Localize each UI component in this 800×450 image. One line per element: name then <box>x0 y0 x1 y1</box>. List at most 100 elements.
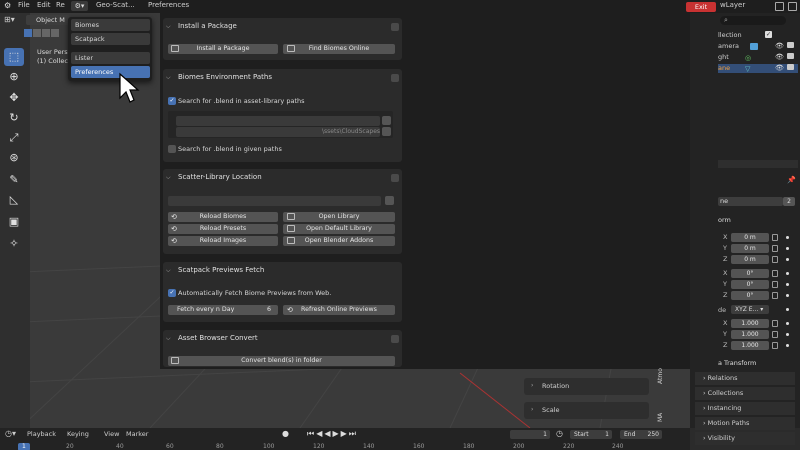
menu-render[interactable]: Re <box>56 1 65 9</box>
visibility-eye-icon[interactable]: 👁 <box>775 42 784 50</box>
lock-icon[interactable] <box>772 270 778 277</box>
scale-y-field[interactable]: 1.000 <box>731 330 769 339</box>
library-path-field[interactable] <box>168 196 381 206</box>
end-frame-field[interactable]: End 250 <box>620 430 662 439</box>
transform-header[interactable]: orm <box>718 216 731 224</box>
dropdown-item-scatpack[interactable]: Scatpack <box>71 33 150 45</box>
render-camera-icon[interactable] <box>787 42 794 48</box>
chevron-down-icon[interactable]: ⌵ <box>166 23 171 31</box>
lock-icon[interactable] <box>772 281 778 288</box>
open-library-button[interactable]: Open Library <box>283 212 395 222</box>
timeline-editor-icon[interactable]: ◷▾ <box>5 429 16 438</box>
visibility-eye-icon[interactable]: 👁 <box>775 64 784 72</box>
lock-icon[interactable] <box>772 320 778 327</box>
add-cube-tool-icon[interactable]: ▣ <box>4 213 24 231</box>
scale-x-field[interactable]: 1.000 <box>731 319 769 328</box>
keyframe-dot-icon[interactable] <box>786 247 789 250</box>
path-field-1[interactable] <box>176 116 380 126</box>
playback-controls[interactable]: ⏮◀◀▶▶⏭ <box>307 429 358 439</box>
visibility-eye-icon[interactable]: 👁 <box>775 53 784 61</box>
menu-marker[interactable]: Marker <box>126 430 148 438</box>
mode-selector[interactable]: Object M <box>26 15 70 25</box>
user-count[interactable]: 2 <box>783 197 795 206</box>
auto-fetch-checkbox[interactable]: ✓ <box>168 289 176 297</box>
menu-playback[interactable]: Playback <box>27 430 56 438</box>
collection-checkbox[interactable]: ✓ <box>765 31 772 38</box>
open-blender-addons-button[interactable]: Open Blender Addons <box>283 236 395 246</box>
folder-icon[interactable] <box>385 196 394 205</box>
outliner-row-collection[interactable]: llection <box>718 31 742 39</box>
open-default-library-button[interactable]: Open Default Library <box>283 224 395 234</box>
editor-type-icon[interactable]: ⊞▾ <box>4 15 22 25</box>
annotate-tool-icon[interactable]: ✎ <box>4 171 24 189</box>
preferences-gear-icon[interactable]: ⚙▾ <box>71 1 88 11</box>
object-name-field[interactable]: ne <box>718 197 783 206</box>
npanel-scale[interactable]: Scale <box>524 402 649 419</box>
lock-icon[interactable] <box>772 342 778 349</box>
section-motion-paths[interactable]: › Motion Paths <box>695 417 795 430</box>
keyframe-dot-icon[interactable] <box>786 344 789 347</box>
menu-keying[interactable]: Keying <box>67 430 89 438</box>
location-z-field[interactable]: 0 m <box>731 255 769 264</box>
camera-data-icon[interactable] <box>750 43 758 50</box>
exit-button[interactable]: Exit <box>686 2 716 12</box>
keyframe-dot-icon[interactable] <box>786 236 789 239</box>
install-package-button[interactable]: Install a Package <box>168 44 278 54</box>
info-icon[interactable] <box>391 23 399 31</box>
copy-layer-icon[interactable] <box>775 2 784 11</box>
keyframe-dot-icon[interactable] <box>786 272 789 275</box>
scale-tool-icon[interactable]: ⤢ <box>4 129 24 147</box>
scatter-tool-icon[interactable]: ✧ <box>4 235 24 253</box>
rotate-tool-icon[interactable]: ↻ <box>4 109 24 127</box>
search-given-checkbox[interactable] <box>168 145 176 153</box>
rotation-y-field[interactable]: 0° <box>731 280 769 289</box>
clock-icon[interactable]: ◷ <box>556 429 563 438</box>
current-frame-field[interactable]: 1 <box>510 430 550 439</box>
chevron-down-icon[interactable]: ⌵ <box>166 267 171 275</box>
dropdown-item-lister[interactable]: Lister <box>71 52 150 64</box>
rotation-mode-dropdown[interactable]: XYZ E... ▾ <box>731 305 769 314</box>
blender-logo-icon[interactable]: ⚙ <box>4 1 11 10</box>
mesh-data-icon[interactable]: ▽ <box>745 65 750 73</box>
cursor-tool-icon[interactable]: ⊕ <box>4 68 24 86</box>
keyframe-dot-icon[interactable] <box>786 333 789 336</box>
scale-z-field[interactable]: 1.000 <box>731 341 769 350</box>
outliner-row-camera[interactable]: amera <box>718 42 739 50</box>
move-tool-icon[interactable]: ✥ <box>4 89 24 107</box>
keyframe-dot-icon[interactable] <box>786 322 789 325</box>
reload-presets-button[interactable]: ⟲ Reload Presets <box>168 224 278 234</box>
lock-icon[interactable] <box>772 245 778 252</box>
transform-tool-icon[interactable]: ⊛ <box>4 149 24 167</box>
side-tab-ma[interactable]: MA <box>657 413 664 422</box>
keyframe-dot-icon[interactable] <box>786 308 789 311</box>
view-layer-name[interactable]: wLayer <box>720 1 745 9</box>
lock-icon[interactable] <box>772 292 778 299</box>
info-icon[interactable] <box>391 74 399 82</box>
keyframe-dot-icon[interactable] <box>786 258 789 261</box>
section-instancing[interactable]: › Instancing <box>695 402 795 415</box>
select-tool-icon[interactable]: ⬚ <box>4 48 24 66</box>
lock-icon[interactable] <box>772 331 778 338</box>
lock-icon[interactable] <box>772 234 778 241</box>
section-relations[interactable]: › Relations <box>695 372 795 385</box>
menu-edit[interactable]: Edit <box>37 1 51 9</box>
npanel-rotation[interactable]: Rotation <box>524 378 649 395</box>
remove-layer-icon[interactable] <box>788 2 797 11</box>
chevron-down-icon[interactable]: ⌵ <box>166 335 171 343</box>
folder-icon[interactable] <box>382 127 391 136</box>
section-collections[interactable]: › Collections <box>695 387 795 400</box>
search-asset-checkbox[interactable]: ✓ <box>168 97 176 105</box>
location-y-field[interactable]: 0 m <box>731 244 769 253</box>
rotation-x-field[interactable]: 0° <box>731 269 769 278</box>
pin-icon[interactable]: 📌 <box>787 176 796 184</box>
dropdown-item-biomes[interactable]: Biomes <box>71 19 150 31</box>
outliner-row-plane[interactable]: ane <box>718 64 730 72</box>
select-mode-buttons[interactable] <box>24 29 68 39</box>
keyframe-dot-icon[interactable] <box>786 283 789 286</box>
render-camera-icon[interactable] <box>787 53 794 59</box>
section-visibility[interactable]: › Visibility <box>695 432 795 445</box>
location-x-field[interactable]: 0 m <box>731 233 769 242</box>
info-icon[interactable] <box>391 174 399 182</box>
chevron-down-icon[interactable]: ⌵ <box>166 174 171 182</box>
keyframe-dot-icon[interactable] <box>786 294 789 297</box>
